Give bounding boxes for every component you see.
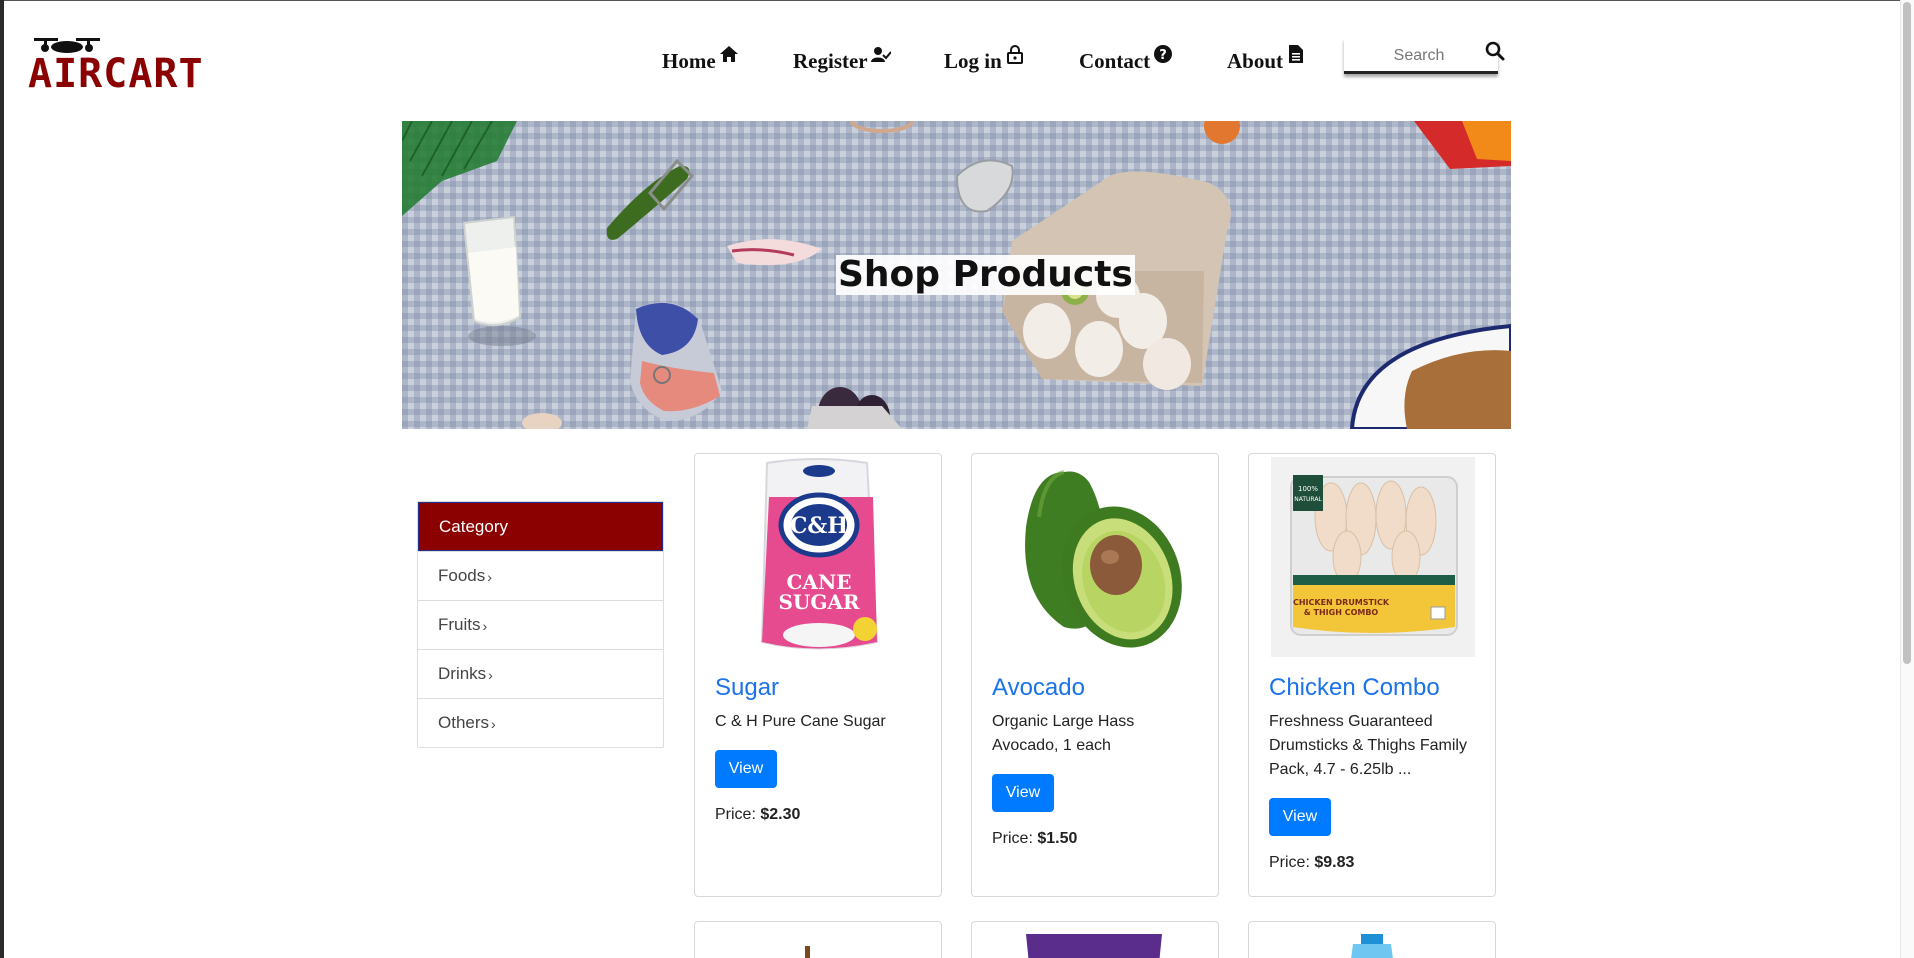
user-check-icon xyxy=(870,47,891,62)
svg-text:100%: 100% xyxy=(1298,485,1318,493)
product-card-partial xyxy=(971,921,1219,958)
nav-about[interactable]: About xyxy=(1227,44,1306,74)
svg-text:CHICKEN DRUMSTICK: CHICKEN DRUMSTICK xyxy=(1293,598,1390,607)
document-icon xyxy=(1289,45,1304,63)
svg-text:NATURAL: NATURAL xyxy=(1294,496,1322,503)
nav-register[interactable]: Register xyxy=(793,44,891,74)
product-price: Price: $2.30 xyxy=(715,806,800,824)
search-icon[interactable] xyxy=(1484,40,1506,62)
banner-title: Shop Products xyxy=(836,254,1135,295)
window-border-left xyxy=(0,0,4,958)
nav-home[interactable]: Home xyxy=(662,44,739,74)
category-item-label: Others xyxy=(438,713,490,732)
price-label: Price: xyxy=(715,806,756,823)
product-price: Price: $1.50 xyxy=(992,830,1077,848)
svg-text:C&H: C&H xyxy=(790,513,848,539)
price-value: $2.30 xyxy=(760,806,801,823)
nav-contact[interactable]: Contact ? xyxy=(1079,44,1173,74)
product-card-partial xyxy=(1248,921,1496,958)
product-description: Organic Large Hass Avocado, 1 each xyxy=(992,713,1135,754)
nav-home-label: Home xyxy=(662,49,716,73)
nav-register-label: Register xyxy=(793,49,868,73)
search-box xyxy=(1344,38,1505,74)
category-item-drinks[interactable]: Drinks › xyxy=(418,649,663,698)
category-header: Category xyxy=(418,502,663,551)
scrollbar-thumb[interactable] xyxy=(1903,2,1911,664)
product-card-sugar: C&H CANE SUGAR Sugar C & H Pure Cane Sug… xyxy=(694,453,942,897)
svg-text:?: ? xyxy=(1159,48,1167,63)
product-name[interactable]: Sugar xyxy=(715,674,779,702)
home-icon xyxy=(719,46,738,62)
nav-contact-label: Contact xyxy=(1079,49,1151,73)
product-card-avocado: Avocado Organic Large Hass Avocado, 1 ea… xyxy=(971,453,1219,897)
avocado-product-image xyxy=(1025,470,1182,648)
price-label: Price: xyxy=(1269,854,1310,871)
chevron-right-icon: › xyxy=(488,667,493,683)
product-image-partial xyxy=(1026,934,1162,958)
category-item-foods[interactable]: Foods › xyxy=(418,551,663,600)
product-description: C & H Pure Cane Sugar xyxy=(715,713,886,730)
view-button[interactable]: View xyxy=(992,774,1054,812)
main-nav: Home Register Log in Contact ? About xyxy=(0,44,1914,84)
category-item-others[interactable]: Others › xyxy=(418,698,663,747)
page-scrollbar[interactable] xyxy=(1900,0,1914,958)
category-item-label: Drinks xyxy=(438,664,487,683)
product-name[interactable]: Avocado xyxy=(992,674,1085,702)
chevron-right-icon: › xyxy=(482,618,488,634)
chevron-right-icon: › xyxy=(491,716,496,732)
category-sidebar: Category Foods › Fruits › Drinks › Others › xyxy=(417,501,664,748)
product-image-partial xyxy=(805,946,810,958)
sugar-product-image: C&H CANE SUGAR xyxy=(760,458,879,650)
category-item-label: Fruits xyxy=(438,615,481,634)
price-label: Price: xyxy=(992,830,1033,847)
question-circle-icon: ? xyxy=(1154,45,1173,63)
nav-about-label: About xyxy=(1227,49,1284,73)
category-item-fruits[interactable]: Fruits › xyxy=(418,600,663,649)
product-image-partial xyxy=(1351,934,1393,958)
price-value: $1.50 xyxy=(1037,830,1078,847)
product-card-chicken-combo: 100% NATURAL CHICKEN DRUMSTICK & THIGH C… xyxy=(1248,453,1496,897)
chevron-right-icon: › xyxy=(487,569,492,585)
product-name[interactable]: Chicken Combo xyxy=(1269,674,1440,702)
window-border-top xyxy=(0,0,1914,1)
view-button[interactable]: View xyxy=(1269,798,1331,836)
product-description: Freshness Guaranteed Drumsticks & Thighs… xyxy=(1269,713,1467,778)
product-price: Price: $9.83 xyxy=(1269,854,1354,872)
nav-login-label: Log in xyxy=(944,49,1002,73)
chicken-combo-product-image: 100% NATURAL CHICKEN DRUMSTICK & THIGH C… xyxy=(1271,457,1475,657)
search-input[interactable] xyxy=(1364,44,1474,68)
nav-login[interactable]: Log in xyxy=(944,44,1025,74)
price-value: $9.83 xyxy=(1314,854,1355,871)
hero-banner: Shop Products xyxy=(402,121,1511,429)
svg-text:& THIGH COMBO: & THIGH COMBO xyxy=(1304,608,1379,617)
product-card-partial xyxy=(694,921,942,958)
svg-text:SUGAR: SUGAR xyxy=(778,590,859,614)
lock-icon xyxy=(1006,45,1023,64)
category-item-label: Foods xyxy=(438,566,486,585)
view-button[interactable]: View xyxy=(715,750,777,788)
